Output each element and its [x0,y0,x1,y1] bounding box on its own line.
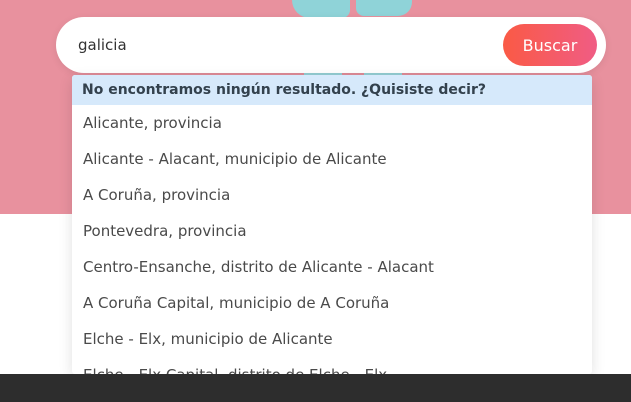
search-input[interactable] [78,27,498,63]
suggestion-item[interactable]: Elche - Elx, municipio de Alicante [72,321,592,357]
suggestion-item[interactable]: Alicante, provincia [72,105,592,141]
suggestion-item[interactable]: Pontevedra, provincia [72,213,592,249]
search-button[interactable]: Buscar [503,24,597,66]
hero-image-leg-right [356,0,412,16]
search-bar: Buscar [56,17,606,73]
hero-image-leg-left [292,0,350,18]
suggestion-item[interactable]: Elche - Elx Capital, distrito de Elche -… [72,357,592,374]
autocomplete-dropdown: No encontramos ningún resultado. ¿Quisis… [72,75,592,374]
suggestion-item[interactable]: Alicante - Alacant, municipio de Alicant… [72,141,592,177]
suggestion-item[interactable]: A Coruña Capital, municipio de A Coruña [72,285,592,321]
suggestion-item[interactable]: A Coruña, provincia [72,177,592,213]
suggestion-item[interactable]: Centro-Ensanche, distrito de Alicante - … [72,249,592,285]
no-results-message: No encontramos ningún resultado. ¿Quisis… [72,75,592,105]
bottom-bar [0,374,631,402]
